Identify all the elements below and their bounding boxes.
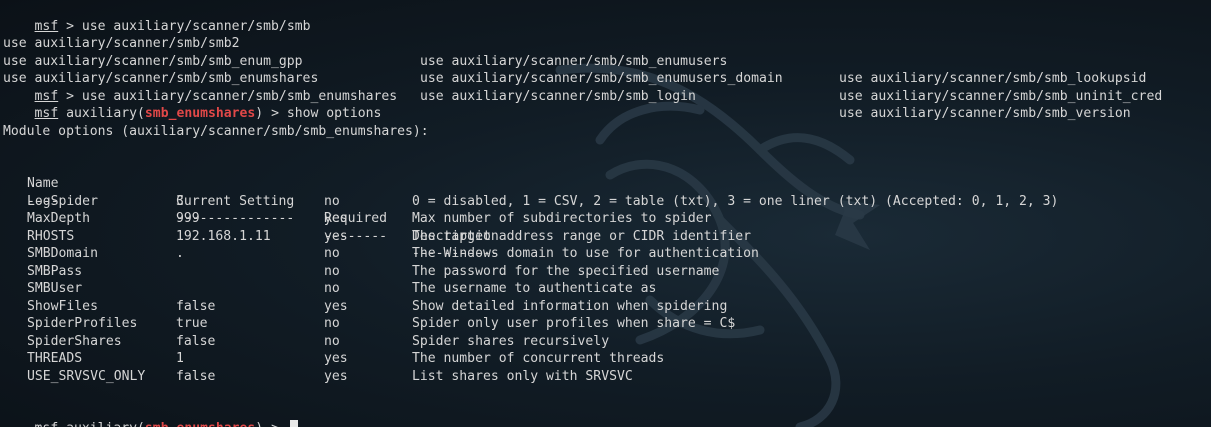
completion-item: use auxiliary/scanner/smb/smb_enumusers bbox=[420, 53, 728, 69]
text-cursor[interactable] bbox=[289, 419, 298, 427]
option-setting: 3 bbox=[176, 193, 184, 209]
module-suffix: ) > bbox=[255, 421, 287, 427]
module-name: smb_enumshares bbox=[145, 421, 255, 427]
option-description: 0 = disabled, 1 = CSV, 2 = table (txt), … bbox=[412, 193, 1059, 209]
module-prefix: auxiliary( bbox=[58, 421, 145, 427]
option-description: Spider shares recursively bbox=[412, 333, 610, 349]
option-description: Max number of subdirectories to spider bbox=[412, 211, 712, 226]
completion-row: use auxiliary/scanner/smb/smb2 use auxil… bbox=[3, 18, 1146, 86]
option-required: no bbox=[324, 193, 340, 209]
option-description: The number of concurrent threads bbox=[412, 351, 665, 366]
command-text: use auxiliary/scanner/smb/smb bbox=[81, 18, 311, 34]
option-setting: false bbox=[176, 368, 216, 384]
option-setting: false bbox=[176, 298, 216, 314]
completion-item: use auxiliary/scanner/smb/smb_uninit_cre… bbox=[839, 88, 1163, 104]
completion-item: use auxiliary/scanner/smb/smb_lookupsid bbox=[839, 71, 1147, 86]
option-name: MaxDepth bbox=[27, 211, 91, 226]
option-required: yes bbox=[324, 298, 348, 314]
option-required: yes bbox=[324, 368, 348, 384]
prompt-separator: > bbox=[58, 18, 82, 34]
completion-row: use auxiliary/scanner/smb/smb_enum_gpp u… bbox=[3, 35, 1162, 104]
completion-item: use auxiliary/scanner/smb/smb_version bbox=[839, 106, 1131, 121]
option-setting: . bbox=[176, 246, 184, 261]
completion-item: use auxiliary/scanner/smb/smb_enumusers_… bbox=[420, 71, 783, 86]
option-description: The username to authenticate as bbox=[412, 281, 657, 296]
option-setting: 999 bbox=[176, 211, 200, 226]
terminal-window[interactable]: msf > use auxiliary/scanner/smb/smb use … bbox=[0, 0, 1211, 427]
terminal-line: msf > use auxiliary/scanner/smb/smb bbox=[3, 0, 311, 34]
option-name: SpiderShares bbox=[27, 333, 122, 349]
prompt-label: msf bbox=[34, 106, 59, 121]
option-name: SMBPass bbox=[27, 263, 83, 279]
terminal-line: msf auxiliary(smb_enumshares) > show opt… bbox=[3, 88, 382, 121]
options-table-header: Name Current Setting Required Descriptio… bbox=[3, 158, 499, 244]
option-description: The target address range or CIDR identif… bbox=[412, 228, 751, 244]
terminal-line[interactable]: msf auxiliary(smb_enumshares) > bbox=[3, 402, 298, 427]
module-suffix: ) > bbox=[255, 106, 287, 121]
terminal-line: msf > use auxiliary/scanner/smb/smb_enum… bbox=[3, 70, 398, 104]
prompt-label: msf bbox=[34, 18, 59, 34]
column-header-setting: Current Setting bbox=[176, 193, 295, 209]
completion-item: use auxiliary/scanner/smb/smb2 bbox=[3, 36, 240, 51]
option-name: USE_SRVSVC_ONLY bbox=[27, 368, 146, 384]
option-description: Show detailed information when spidering bbox=[412, 298, 728, 314]
completion-item: use auxiliary/scanner/smb/smb_login bbox=[420, 88, 696, 104]
option-name: LogSpider bbox=[27, 193, 98, 209]
option-setting: 1 bbox=[176, 351, 184, 366]
module-name: smb_enumshares bbox=[144, 106, 256, 121]
completion-item: use auxiliary/scanner/smb/smb_enum_gpp bbox=[3, 53, 303, 69]
option-setting: true bbox=[176, 316, 208, 331]
option-required: yes bbox=[324, 351, 348, 366]
option-description: Spider only user profiles when share = C… bbox=[412, 316, 736, 331]
option-name: THREADS bbox=[27, 351, 83, 366]
command-text: show options bbox=[286, 106, 382, 121]
option-description: List shares only with SRVSVC bbox=[412, 368, 633, 384]
prompt-label: msf bbox=[35, 421, 59, 427]
options-table-separator: ---- --------------- -------- ----------… bbox=[3, 175, 499, 262]
option-name: RHOSTS bbox=[27, 228, 75, 244]
module-prefix: auxiliary( bbox=[58, 106, 145, 121]
option-required: no bbox=[324, 281, 340, 296]
option-setting: 192.168.1.11 bbox=[176, 228, 271, 244]
option-required: yes bbox=[324, 228, 348, 244]
option-description: The password for the specified username bbox=[412, 263, 720, 279]
options-header: Module options (auxiliary/scanner/smb/sm… bbox=[3, 123, 429, 139]
option-required: no bbox=[324, 316, 340, 331]
option-required: yes bbox=[324, 211, 348, 226]
option-description: The Windows domain to use for authentica… bbox=[412, 246, 759, 261]
completion-row: use auxiliary/scanner/smb/smb_enumshares… bbox=[3, 53, 1131, 121]
option-required: no bbox=[324, 263, 340, 279]
option-name: SMBUser bbox=[27, 281, 83, 296]
option-required: no bbox=[324, 333, 340, 349]
option-name: ShowFiles bbox=[27, 298, 98, 314]
option-setting: false bbox=[176, 333, 216, 349]
option-required: no bbox=[324, 246, 340, 261]
option-name: SMBDomain bbox=[27, 246, 98, 261]
option-name: SpiderProfiles bbox=[27, 316, 138, 331]
